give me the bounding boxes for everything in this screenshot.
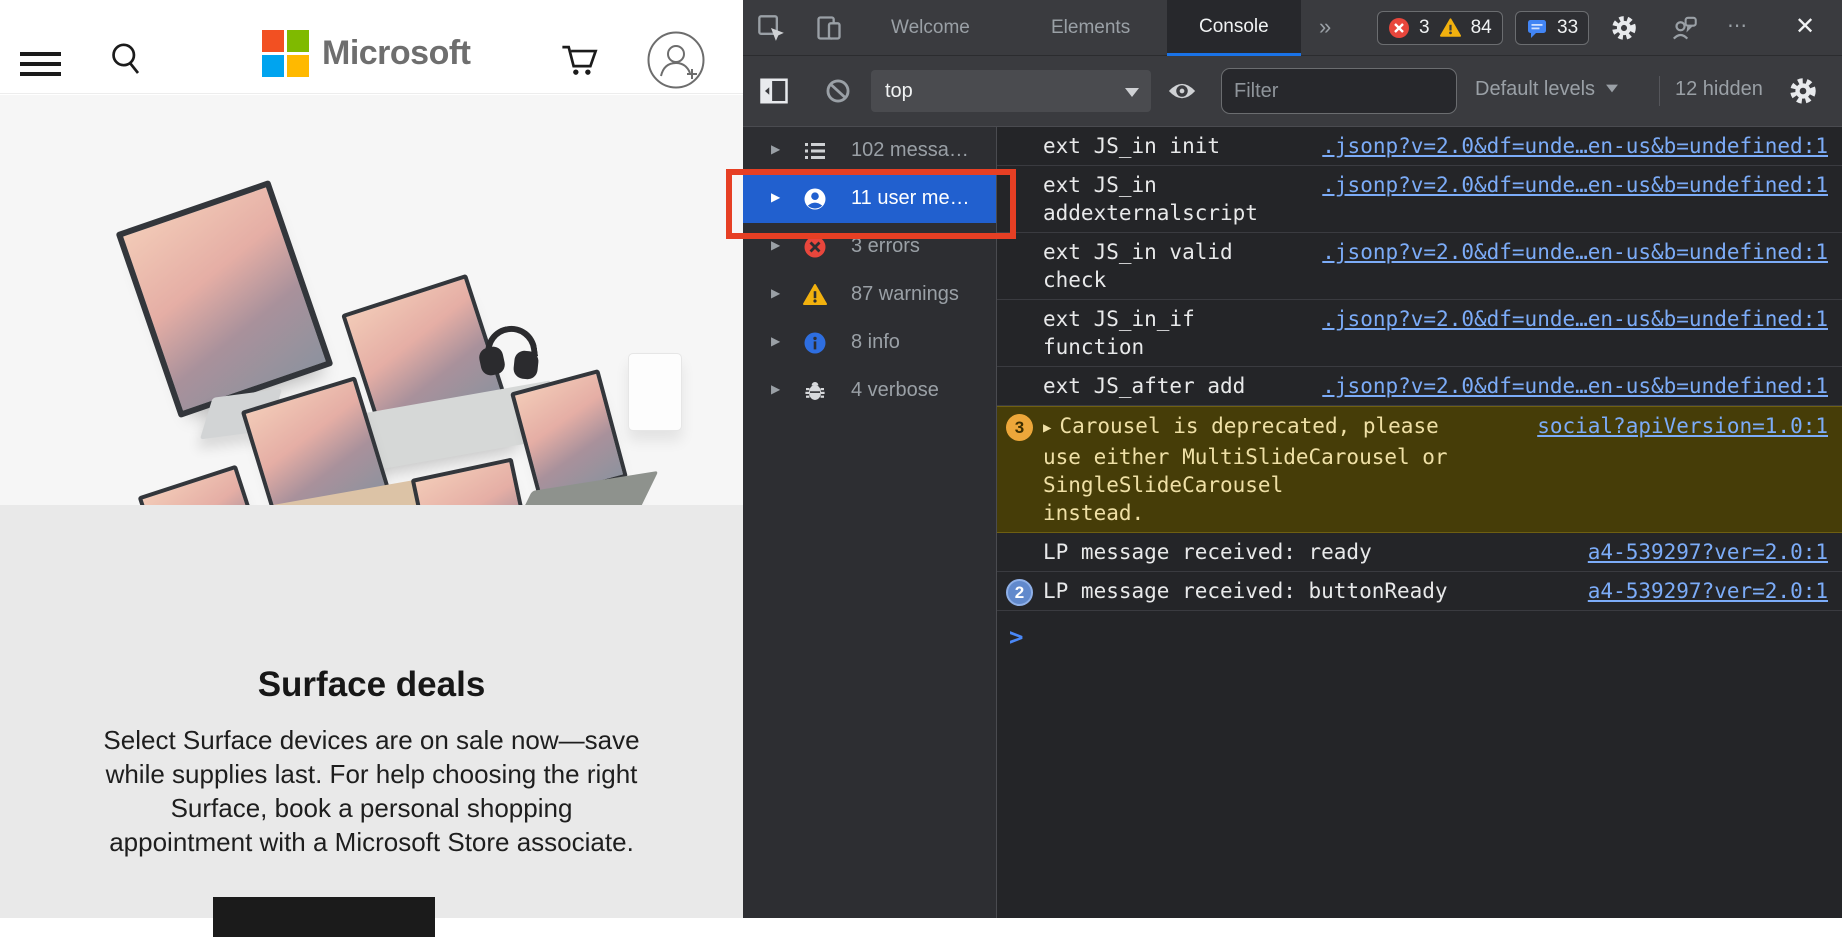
section-paragraph: Select Surface devices are on sale now—s… bbox=[0, 723, 743, 859]
account-avatar[interactable] bbox=[646, 30, 706, 95]
search-icon[interactable] bbox=[108, 40, 144, 76]
microsoft-logo[interactable]: Microsoft bbox=[262, 30, 471, 77]
microsoft-logo-text: Microsoft bbox=[322, 34, 471, 73]
close-devtools-icon[interactable]: ✕ bbox=[1795, 12, 1815, 41]
source-link[interactable]: a4-539297?ver=2.0:1 bbox=[1578, 538, 1828, 566]
error-count: 3 bbox=[1419, 17, 1430, 39]
person-add-icon bbox=[646, 30, 706, 90]
list-icon bbox=[803, 139, 827, 163]
cart-icon[interactable] bbox=[560, 40, 598, 78]
prompt-chevron-icon: > bbox=[1009, 623, 1023, 651]
console-sidebar-toggle-icon[interactable] bbox=[759, 76, 789, 106]
hero-laptop-ice-blue-screen bbox=[138, 465, 271, 505]
toolbar-separator bbox=[1659, 76, 1660, 106]
console-prompt[interactable]: > bbox=[997, 611, 1842, 651]
chevron-down-icon bbox=[1606, 85, 1618, 93]
console-message-row: 2 LP message received: buttonReady a4-53… bbox=[997, 572, 1842, 611]
feedback-person-icon[interactable] bbox=[1671, 15, 1698, 42]
site-header: Microsoft bbox=[0, 0, 743, 94]
message-bubble-icon bbox=[1526, 17, 1548, 39]
issues-count: 33 bbox=[1557, 17, 1578, 39]
javascript-context-select[interactable]: top bbox=[871, 70, 1151, 112]
annotation-red-box bbox=[726, 169, 1016, 239]
console-settings-gear-icon[interactable] bbox=[1789, 77, 1817, 105]
repeat-count-badge: 2 bbox=[1006, 579, 1033, 606]
console-filter-input[interactable] bbox=[1221, 68, 1457, 114]
log-levels-dropdown[interactable]: Default levels bbox=[1475, 78, 1619, 101]
sidebar-item-verbose[interactable]: ▶ 4 verbose bbox=[743, 367, 996, 415]
expand-triangle-icon[interactable]: ▶ bbox=[771, 382, 780, 396]
console-message-row: ext JS_in addexternalscript .jsonp?v=2.0… bbox=[997, 166, 1842, 233]
source-link[interactable]: .jsonp?v=2.0&df=unde…en-us&b=undefined:1 bbox=[1312, 238, 1828, 266]
devtools-panel: Welcome Elements Console » 3 84 bbox=[743, 0, 1842, 918]
console-message-row: LP message received: ready a4-539297?ver… bbox=[997, 533, 1842, 572]
sidebar-item-all-messages[interactable]: ▶ 102 messa… bbox=[743, 127, 996, 175]
tab-welcome[interactable]: Welcome bbox=[883, 0, 978, 56]
section-heading: Surface deals bbox=[0, 665, 743, 705]
expand-triangle-icon[interactable]: ▶ bbox=[771, 334, 780, 348]
tab-elements[interactable]: Elements bbox=[1043, 0, 1138, 56]
warning-icon bbox=[803, 283, 827, 307]
console-warning-row: 3 ▶Carousel is deprecated, please use ei… bbox=[997, 406, 1842, 533]
microsoft-logo-squares bbox=[262, 30, 309, 77]
surface-deals-section: Surface deals Select Surface devices are… bbox=[0, 505, 743, 918]
log-levels-label: Default levels bbox=[1475, 78, 1595, 100]
partially-visible-cta-button[interactable] bbox=[213, 897, 435, 937]
expand-triangle-icon[interactable]: ▶ bbox=[771, 142, 780, 156]
source-link[interactable]: .jsonp?v=2.0&df=unde…en-us&b=undefined:1 bbox=[1312, 372, 1828, 400]
issues-count-badge[interactable]: 33 bbox=[1515, 11, 1589, 45]
live-expression-eye-icon[interactable] bbox=[1167, 78, 1197, 104]
settings-gear-icon[interactable] bbox=[1611, 15, 1637, 41]
console-message-row: ext JS_after add .jsonp?v=2.0&df=unde…en… bbox=[997, 367, 1842, 406]
error-warning-count-badge[interactable]: 3 84 bbox=[1377, 11, 1503, 45]
chevron-down-icon bbox=[1125, 88, 1139, 97]
more-options-icon[interactable]: ⋯ bbox=[1727, 13, 1750, 38]
console-sidebar: ▶ 102 messa… ▶ 11 user me… ▶ bbox=[743, 127, 997, 918]
hidden-messages-label: 12 hidden bbox=[1675, 78, 1763, 101]
warning-icon bbox=[1439, 17, 1462, 39]
hero-surface-pro-red-screen bbox=[411, 457, 538, 505]
hero-surface-studio bbox=[116, 180, 334, 418]
hamburger-menu-icon[interactable] bbox=[20, 52, 61, 76]
expand-triangle-icon[interactable]: ▶ bbox=[771, 238, 780, 252]
repeat-count-badge: 3 bbox=[1006, 414, 1033, 441]
hero-headphones-cup bbox=[513, 350, 540, 380]
console-message-row: ext JS_in valid check .jsonp?v=2.0&df=un… bbox=[997, 233, 1842, 300]
console-message-row: ext JS_in_if function .jsonp?v=2.0&df=un… bbox=[997, 300, 1842, 367]
console-messages: ext JS_in init .jsonp?v=2.0&df=unde…en-u… bbox=[997, 127, 1842, 918]
device-toolbar-icon[interactable] bbox=[815, 14, 843, 42]
sidebar-item-warnings[interactable]: ▶ 87 warnings bbox=[743, 271, 996, 319]
console-toolbar: top Default levels 12 hidden bbox=[743, 56, 1842, 127]
clear-console-icon[interactable] bbox=[825, 78, 851, 104]
bug-icon bbox=[803, 379, 827, 403]
inspect-element-icon[interactable] bbox=[757, 14, 785, 42]
source-link[interactable]: social?apiVersion=1.0:1 bbox=[1527, 412, 1828, 440]
source-link[interactable]: .jsonp?v=2.0&df=unde…en-us&b=undefined:1 bbox=[1312, 171, 1828, 199]
error-icon bbox=[1388, 17, 1410, 39]
microsoft-site-page: Microsoft bbox=[0, 0, 743, 918]
warning-count: 84 bbox=[1471, 17, 1492, 39]
info-icon bbox=[803, 331, 827, 355]
source-link[interactable]: .jsonp?v=2.0&df=unde…en-us&b=undefined:1 bbox=[1312, 132, 1828, 160]
more-tabs-icon[interactable]: » bbox=[1319, 14, 1331, 40]
console-message-row: ext JS_in init .jsonp?v=2.0&df=unde…en-u… bbox=[997, 127, 1842, 166]
tab-console[interactable]: Console bbox=[1167, 0, 1301, 56]
expand-triangle-icon[interactable]: ▶ bbox=[1043, 420, 1051, 436]
devtools-tab-bar: Welcome Elements Console » 3 84 bbox=[743, 0, 1842, 56]
console-body: ▶ 102 messa… ▶ 11 user me… ▶ bbox=[743, 127, 1842, 918]
expand-triangle-icon[interactable]: ▶ bbox=[771, 286, 780, 300]
hero-image-surface-devices bbox=[0, 95, 743, 505]
source-link[interactable]: .jsonp?v=2.0&df=unde…en-us&b=undefined:1 bbox=[1312, 305, 1828, 333]
hero-white-device bbox=[628, 353, 682, 431]
source-link[interactable]: a4-539297?ver=2.0:1 bbox=[1578, 577, 1828, 605]
context-select-value: top bbox=[885, 80, 913, 102]
sidebar-item-info[interactable]: ▶ 8 info bbox=[743, 319, 996, 367]
